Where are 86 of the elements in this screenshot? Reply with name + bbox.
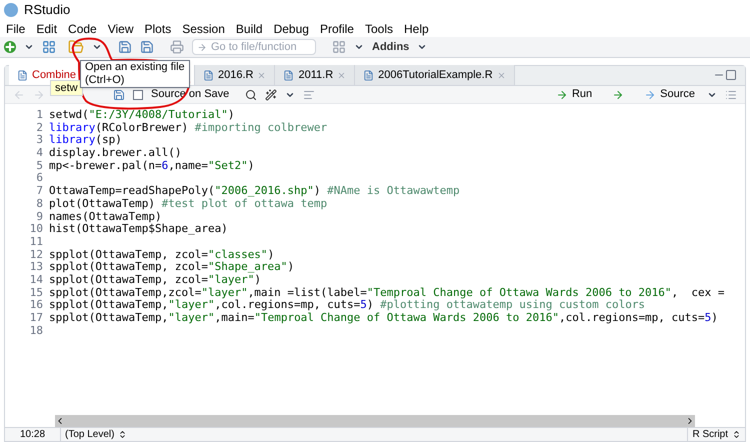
tooltip-text: Open an existing file — [85, 61, 185, 74]
wand-icon[interactable] — [265, 88, 278, 100]
editor-tab[interactable]: 2006TutorialExample.R — [355, 65, 515, 85]
cursor-position: 10:28 — [5, 427, 61, 442]
line-number: 15 — [30, 286, 43, 300]
window-title: RStudio — [24, 1, 70, 20]
code-line: mp<-brewer.pal(n=6,name="Set2") — [49, 160, 254, 172]
menu-item[interactable]: Build — [236, 20, 263, 38]
hint-tooltip: setw — [50, 80, 83, 96]
code-line: display.brewer.all() — [49, 147, 182, 160]
tooltip-shortcut: (Ctrl+O) — [85, 74, 126, 87]
menu-item[interactable]: View — [108, 20, 134, 38]
maximize-icon[interactable] — [725, 69, 737, 81]
line-number: 3 — [36, 134, 43, 148]
line-number: 8 — [36, 198, 43, 210]
save-icon[interactable] — [113, 88, 125, 100]
menu-item[interactable]: Code — [68, 20, 97, 38]
save-icon[interactable] — [118, 40, 132, 54]
file-icon — [363, 70, 374, 80]
arrow-icon — [556, 88, 568, 100]
source-button[interactable]: Source — [640, 86, 699, 103]
code-line: spplot(OttawaTemp, zcol="layer") — [49, 274, 261, 287]
run-button[interactable]: Run — [552, 86, 596, 103]
code-line: spplot(OttawaTemp, zcol="classes") — [49, 248, 274, 262]
line-number: 18 — [30, 324, 43, 338]
dropdown-caret-icon[interactable] — [92, 42, 102, 52]
line-number: 5 — [36, 160, 43, 172]
updown-icon[interactable] — [118, 430, 128, 439]
dropdown-caret-icon[interactable] — [24, 42, 34, 52]
scope-selector[interactable]: (Top Level) — [61, 427, 118, 442]
app-logo-icon — [4, 3, 18, 17]
code-line: OttawaTemp=readShapePoly("2006_2016.shp") #NAme is Ottawawtemp — [49, 185, 460, 198]
menu-item[interactable]: Edit — [36, 20, 58, 38]
line-number: 17 — [30, 312, 43, 325]
line-number: 6 — [36, 172, 43, 186]
line-number: 16 — [30, 299, 43, 312]
line-number: 14 — [30, 274, 43, 287]
search-icon[interactable] — [245, 88, 258, 100]
editor-tab[interactable]: 2016.R — [195, 65, 276, 85]
menu-item[interactable]: Plots — [144, 20, 172, 38]
checkbox-label: Source on Save — [151, 87, 230, 102]
line-number: 10 — [30, 223, 43, 236]
code-line: names(OttawaTemp) — [49, 210, 162, 224]
code-line: setwd("E:/3Y/4008/Tutorial") — [49, 109, 234, 122]
file-icon — [283, 70, 294, 80]
menu-item[interactable]: Help — [404, 20, 429, 38]
code-line: spplot(OttawaTemp,zcol="layer",main =list(label="Temproal Change of Ottawa Wards 2006 to 2016", cex = — [49, 286, 725, 300]
code-line: hist(OttawaTemp$Shape_area) — [49, 223, 228, 236]
dropdown-caret-icon[interactable] — [417, 42, 428, 52]
folder-icon[interactable] — [68, 39, 84, 55]
line-number: 13 — [30, 261, 43, 274]
file-type-selector[interactable]: R Script — [687, 427, 732, 442]
line-number: 4 — [36, 147, 43, 160]
code-line: library(RColorBrewer) #importing colbrewer — [49, 122, 328, 134]
print-icon[interactable] — [170, 40, 184, 54]
arrow-icon — [197, 42, 207, 52]
updown-icon[interactable] — [732, 430, 741, 439]
save-all-icon[interactable] — [140, 40, 154, 54]
line-number: 1 — [36, 109, 43, 122]
code-line: plot(OttawaTemp) #test plot of ottawa temp — [49, 198, 328, 210]
rerun-icon[interactable] — [612, 88, 624, 100]
line-number: 2 — [36, 122, 43, 134]
line-number: 12 — [30, 248, 43, 262]
arrow-icon — [644, 88, 656, 100]
line-number: 7 — [36, 185, 43, 198]
menu-item[interactable]: File — [6, 20, 26, 38]
dropdown-caret-icon[interactable] — [354, 42, 364, 52]
line-number: 11 — [30, 236, 43, 249]
outline-icon[interactable] — [303, 88, 316, 100]
code-line: spplot(OttawaTemp, zcol="Shape_area") — [49, 261, 294, 274]
file-icon — [203, 70, 214, 80]
menu-item[interactable]: Profile — [320, 20, 354, 38]
source-on-save-checkbox[interactable] — [133, 90, 143, 100]
code-line: library(sp) — [49, 134, 122, 148]
line-number: 9 — [36, 210, 43, 224]
menu-item[interactable]: Debug — [274, 20, 309, 38]
go-to-file-field[interactable]: Go to file/function — [192, 39, 316, 55]
addins-menu[interactable]: Addins — [372, 38, 410, 56]
grid-icon[interactable] — [332, 40, 346, 54]
code-line: spplot(OttawaTemp,"layer",col.regions=mp, cuts=5) #plotting ottawatemp using custom colors — [49, 299, 646, 312]
menu-item[interactable]: Session — [182, 20, 225, 38]
code-line: spplot(OttawaTemp,"layer",main="Temproal Change of Ottawa Wards 2006 to 2016",col.regions=mp, cuts=5) — [49, 312, 718, 325]
new-file-icon[interactable] — [4, 41, 16, 53]
file-icon — [17, 70, 28, 80]
editor-tab[interactable]: 2011.R — [275, 65, 356, 85]
menu-item[interactable]: Tools — [364, 20, 393, 38]
